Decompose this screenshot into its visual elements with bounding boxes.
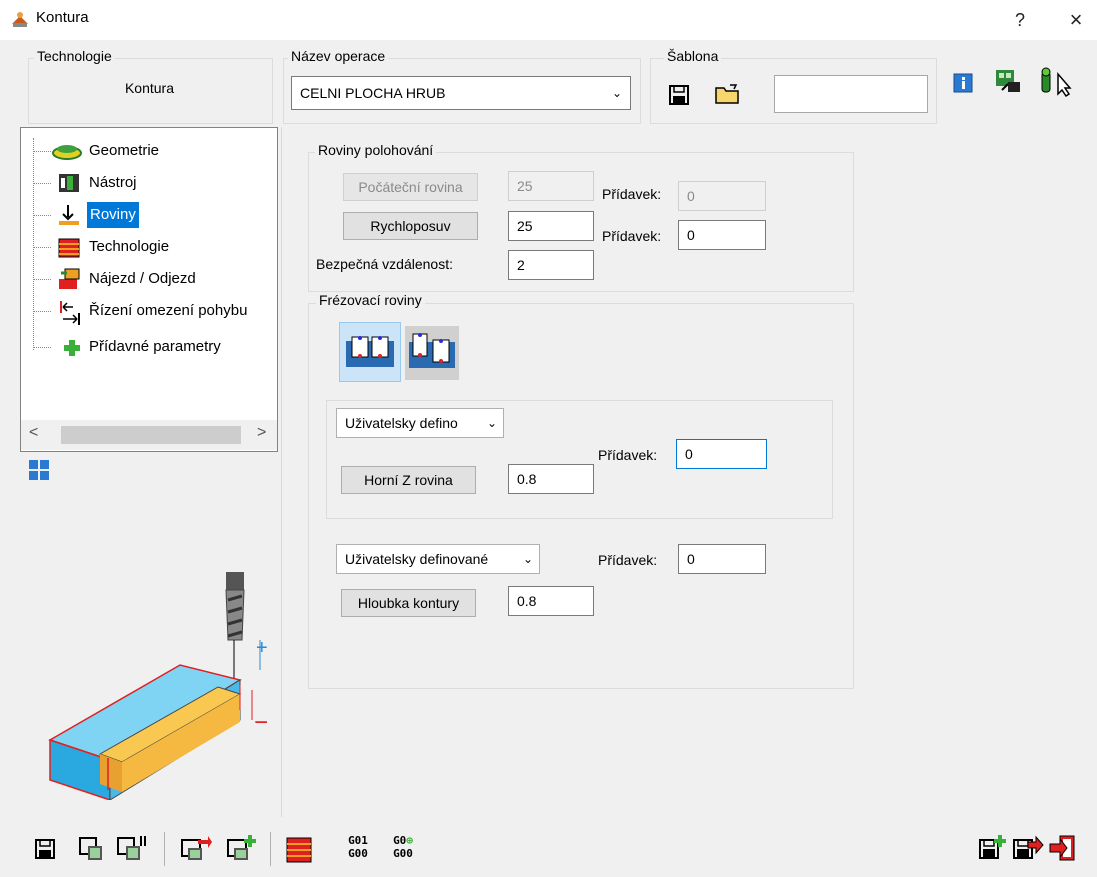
g0-g00-button[interactable]: G0⊕ G00 (386, 834, 420, 860)
g01-label: G01 (348, 834, 368, 847)
grid-view-icon[interactable] (28, 459, 50, 481)
save-next-icon[interactable] (1012, 834, 1044, 862)
rychloposuv-field[interactable]: 25 (508, 211, 594, 241)
technologie-label: Technologie (34, 48, 115, 64)
scroll-right-icon[interactable]: > (257, 424, 266, 442)
rychloposuv-button[interactable]: Rychloposuv (343, 212, 478, 240)
sablona-field[interactable] (774, 75, 928, 113)
pridavek1-field[interactable]: 0 (678, 181, 766, 211)
motion-limit-icon (60, 301, 80, 325)
open-folder-icon[interactable] (714, 82, 742, 106)
export-machine-icon[interactable] (180, 834, 212, 862)
sablona-label: Šablona (664, 48, 722, 64)
chevron-down-icon: ⌄ (522, 552, 533, 566)
combo-hloubka[interactable]: Uživatelsky definované ⌄ (336, 544, 540, 574)
two-planes-icon (346, 336, 394, 367)
toolbar-separator (270, 832, 271, 866)
info-icon[interactable] (952, 72, 974, 94)
pocatecni-rovina-button[interactable]: Počáteční rovina (343, 173, 478, 201)
scroll-left-icon[interactable]: < (29, 424, 38, 442)
hloubka-kontury-button[interactable]: Hloubka kontury (341, 589, 476, 617)
chevron-down-icon: ⌄ (611, 86, 622, 100)
g00-label: G00 (348, 847, 368, 860)
technology-icon (58, 238, 80, 258)
mode2-button[interactable] (405, 326, 459, 380)
mode1-button[interactable] (339, 322, 401, 382)
minus-sign: − (254, 709, 268, 736)
tree-label: Nájezd / Odjezd (89, 270, 196, 287)
combo-hloubka-value: Uživatelsky definované (345, 551, 489, 567)
bezpecna-label: Bezpečná vzdálenost: (316, 256, 453, 272)
approach-icon (59, 268, 80, 289)
save-icon[interactable] (34, 838, 56, 860)
planes-icon (59, 205, 79, 225)
add-operation-icon[interactable] (978, 834, 1008, 862)
pridavek2-label: Přídavek: (602, 228, 662, 244)
add-circle-icon: ⊕ (406, 834, 413, 847)
nazev-operace-value: CELNI PLOCHA HRUB (300, 85, 446, 101)
g00b-label: G00 (393, 847, 413, 860)
pocatecni-rovina-field[interactable]: 25 (508, 171, 594, 201)
plus-sign: + (256, 637, 268, 659)
save-template-icon[interactable] (668, 84, 690, 106)
tree-hscrollbar[interactable]: < > (21, 420, 277, 450)
close-button[interactable]: × (1058, 6, 1094, 34)
nazev-label: Název operace (288, 48, 389, 64)
chevron-down-icon: ⌄ (486, 416, 497, 430)
help-button[interactable]: ? (1002, 6, 1038, 34)
g0-label: G0 (393, 834, 407, 847)
pridavek1-label: Přídavek: (602, 186, 662, 202)
app-icon (12, 12, 28, 27)
horni-z-rovina-button[interactable]: Horní Z rovina (341, 466, 476, 494)
tree-label: Geometrie (89, 142, 160, 159)
roviny-polohovani-title: Roviny polohování (315, 142, 437, 158)
scroll-thumb[interactable] (61, 426, 241, 444)
frezovaci-roviny-title: Frézovací roviny (316, 292, 425, 308)
window-title: Kontura (36, 9, 89, 26)
combo-horni[interactable]: Uživatelsky defino ⌄ (336, 408, 504, 438)
tree-label-selected: Roviny (87, 202, 139, 228)
combo-horni-value: Uživatelsky defino (345, 415, 458, 431)
tool-select-icon[interactable] (1036, 66, 1076, 98)
pridavek4-field[interactable]: 0 (678, 544, 766, 574)
save-all-icon[interactable] (116, 834, 148, 862)
pridavek2-field[interactable]: 0 (678, 220, 766, 250)
offset-planes-icon (409, 333, 455, 368)
exit-icon[interactable] (1048, 834, 1078, 862)
g01-g00-button[interactable]: G01 G00 (344, 834, 372, 860)
technology-db-icon[interactable] (284, 832, 314, 864)
geometry-icon (52, 145, 82, 160)
pridavek3-field[interactable]: 0 (676, 439, 767, 469)
preview-illustration: + − (48, 572, 268, 800)
tree-label: Přídavné parametry (89, 338, 221, 355)
bezpecna-field[interactable]: 2 (508, 250, 594, 280)
add-machine-icon[interactable] (226, 834, 258, 862)
technologie-value: Kontura (124, 80, 175, 96)
toolbar-separator (164, 832, 165, 866)
pridavek3-label: Přídavek: (598, 447, 658, 463)
tool-icon (59, 174, 79, 192)
tree-line (33, 138, 34, 350)
tree-panel: Geometrie Nástroj Roviny Technologie Náj… (20, 127, 278, 452)
tree-label: Řízení omezení pohybu (89, 302, 248, 319)
horni-z-field[interactable]: 0.8 (508, 464, 594, 494)
pridavek4-label: Přídavek: (598, 552, 658, 568)
nazev-operace-combo[interactable]: CELNI PLOCHA HRUB ⌄ (291, 76, 631, 110)
tree-label: Nástroj (89, 174, 137, 191)
machine-view-icon[interactable] (994, 66, 1024, 96)
hloubka-field[interactable]: 0.8 (508, 586, 594, 616)
tree-label: Technologie (89, 238, 170, 255)
save-machine-icon[interactable] (78, 836, 104, 862)
title-bar: Kontura ? × (0, 0, 1097, 40)
add-params-icon (64, 340, 80, 356)
